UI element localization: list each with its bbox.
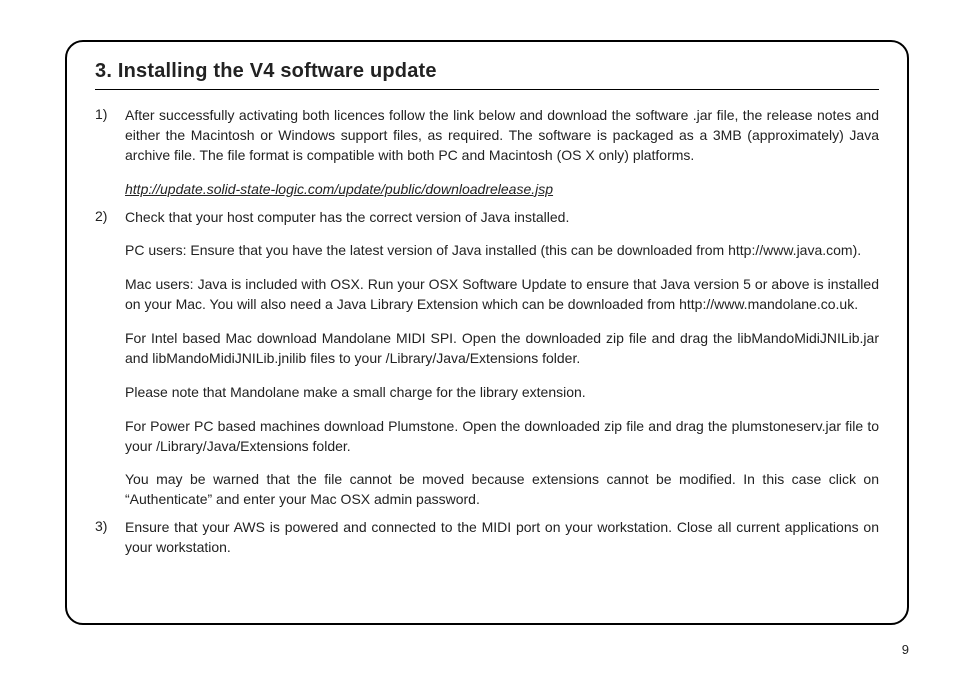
step-3-para-1: Ensure that your AWS is powered and conn… [125,518,879,558]
step-3: Ensure that your AWS is powered and conn… [95,518,879,558]
step-2-para-1: Check that your host computer has the co… [125,208,879,228]
step-2-para-6: For Power PC based machines download Plu… [125,417,879,457]
page-number: 9 [902,642,909,657]
content-box: 3. Installing the V4 software update Aft… [65,40,909,625]
step-2-para-4: For Intel based Mac download Mandolane M… [125,329,879,369]
step-2-para-7: You may be warned that the file cannot b… [125,470,879,510]
step-2: Check that your host computer has the co… [95,208,879,511]
step-2-para-3: Mac users: Java is included with OSX. Ru… [125,275,879,315]
download-link[interactable]: http://update.solid-state-logic.com/upda… [125,181,553,197]
section-title: 3. Installing the V4 software update [95,60,879,90]
page: 3. Installing the V4 software update Aft… [0,0,954,675]
step-1-link-para: http://update.solid-state-logic.com/upda… [125,180,879,200]
step-2-para-5: Please note that Mandolane make a small … [125,383,879,403]
step-1: After successfully activating both licen… [95,106,879,200]
step-1-para-1: After successfully activating both licen… [125,106,879,166]
step-2-para-2: PC users: Ensure that you have the lates… [125,241,879,261]
steps-list: After successfully activating both licen… [95,106,879,558]
